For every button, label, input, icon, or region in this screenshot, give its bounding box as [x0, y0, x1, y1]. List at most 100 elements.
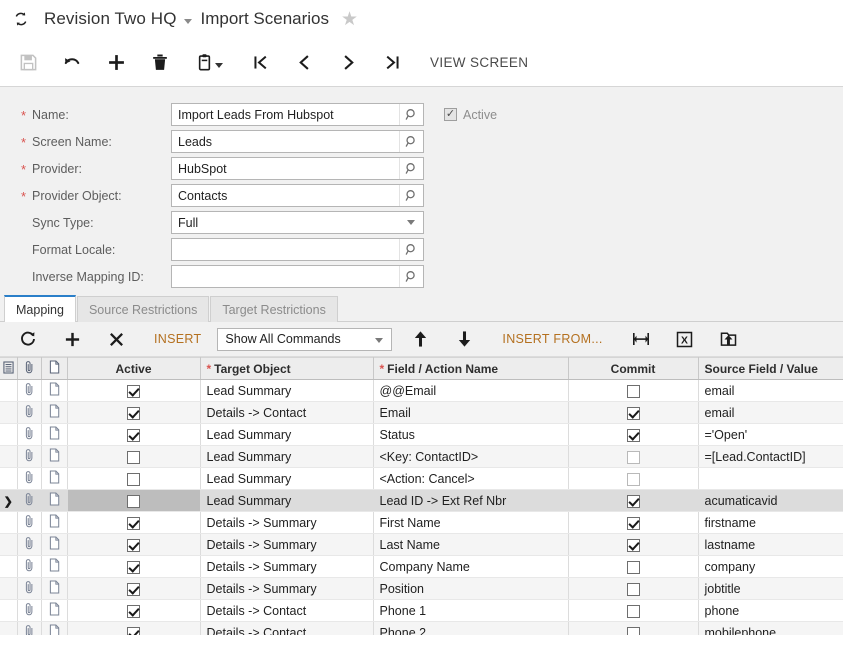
chevron-down-icon[interactable]: [399, 212, 423, 233]
cell-field-action-name[interactable]: <Action: Cancel>: [373, 467, 569, 490]
name-field[interactable]: [171, 103, 424, 126]
row-note-cell[interactable]: [41, 379, 68, 402]
cell-active[interactable]: [67, 423, 201, 446]
delete-record-button[interactable]: [138, 40, 182, 84]
first-record-button[interactable]: [238, 40, 282, 84]
note-icon[interactable]: [49, 382, 60, 399]
grid-add-row-button[interactable]: [50, 322, 94, 356]
insert-button[interactable]: INSERT: [146, 332, 209, 346]
paperclip-icon[interactable]: [24, 427, 35, 443]
cell-commit[interactable]: [568, 379, 699, 402]
commit-checkbox[interactable]: [626, 428, 640, 442]
active-checkbox[interactable]: [127, 406, 140, 420]
row-attachment-cell[interactable]: [17, 621, 42, 635]
cell-source-field-value[interactable]: phone: [698, 599, 843, 622]
cell-commit[interactable]: [568, 621, 699, 635]
cell-target-object[interactable]: Details -> Summary: [200, 555, 374, 578]
cell-field-action-name[interactable]: Phone 2: [373, 621, 569, 635]
cell-target-object[interactable]: Lead Summary: [200, 445, 374, 468]
active-checkbox[interactable]: [127, 626, 140, 635]
cell-source-field-value[interactable]: company: [698, 555, 843, 578]
cell-source-field-value[interactable]: email: [698, 401, 843, 424]
note-icon[interactable]: [49, 580, 60, 597]
inverse-mapping-id-field[interactable]: [171, 265, 424, 288]
sync-type-input[interactable]: [172, 212, 423, 233]
column-header-source-field-value[interactable]: Source Field / Value: [698, 357, 843, 380]
commit-checkbox[interactable]: [626, 626, 640, 635]
table-row[interactable]: Details -> Summary First Name firstname: [0, 511, 843, 534]
note-column-header[interactable]: [41, 357, 68, 380]
row-attachment-cell[interactable]: [17, 599, 42, 622]
paperclip-icon[interactable]: [24, 581, 35, 597]
search-icon[interactable]: [399, 185, 423, 206]
active-checkbox[interactable]: [127, 428, 140, 442]
cell-active[interactable]: [67, 533, 201, 556]
cell-target-object[interactable]: Lead Summary: [200, 423, 374, 446]
commit-checkbox[interactable]: [626, 538, 640, 552]
cell-field-action-name[interactable]: Lead ID -> Ext Ref Nbr: [373, 489, 569, 512]
cell-source-field-value[interactable]: jobtitle: [698, 577, 843, 600]
next-record-button[interactable]: [326, 40, 370, 84]
paperclip-icon[interactable]: [24, 559, 35, 575]
row-attachment-cell[interactable]: [17, 489, 42, 512]
refresh-icon[interactable]: [12, 10, 30, 28]
active-checkbox[interactable]: ✓: [444, 108, 457, 121]
search-icon[interactable]: [399, 131, 423, 152]
cell-active[interactable]: [67, 511, 201, 534]
row-attachment-cell[interactable]: [17, 445, 42, 468]
row-note-cell[interactable]: [41, 533, 68, 556]
note-icon[interactable]: [49, 558, 60, 575]
search-icon[interactable]: [399, 104, 423, 125]
commit-checkbox[interactable]: [626, 384, 640, 398]
tab-target-restrictions[interactable]: Target Restrictions: [210, 296, 338, 322]
row-selector-cell[interactable]: [0, 577, 18, 600]
row-selector-cell[interactable]: [0, 511, 18, 534]
active-checkbox[interactable]: [127, 516, 140, 530]
cell-commit[interactable]: [568, 555, 699, 578]
row-selector-cell[interactable]: ❯: [0, 489, 18, 512]
row-selector-cell[interactable]: [0, 533, 18, 556]
cell-source-field-value[interactable]: [698, 467, 843, 490]
column-header-field-action-name[interactable]: * Field / Action Name: [373, 357, 569, 380]
grid-delete-row-button[interactable]: [94, 322, 138, 356]
cell-field-action-name[interactable]: Position: [373, 577, 569, 600]
screen-name-field[interactable]: [171, 130, 424, 153]
cell-source-field-value[interactable]: email: [698, 379, 843, 402]
cell-active[interactable]: [67, 489, 201, 512]
cell-field-action-name[interactable]: Status: [373, 423, 569, 446]
row-note-cell[interactable]: [41, 555, 68, 578]
search-icon[interactable]: [399, 266, 423, 287]
row-attachment-cell[interactable]: [17, 423, 42, 446]
fit-columns-icon[interactable]: [619, 322, 663, 356]
cell-commit[interactable]: [568, 445, 699, 468]
cell-field-action-name[interactable]: Phone 1: [373, 599, 569, 622]
sync-type-field[interactable]: [171, 211, 424, 234]
cell-commit[interactable]: [568, 511, 699, 534]
row-note-cell[interactable]: [41, 511, 68, 534]
insert-from-button[interactable]: INSERT FROM...: [494, 332, 610, 346]
paperclip-icon[interactable]: [24, 471, 35, 487]
provider-field[interactable]: [171, 157, 424, 180]
table-row[interactable]: Lead Summary <Action: Cancel>: [0, 467, 843, 490]
grid-settings-icon[interactable]: [0, 357, 18, 380]
provider-object-field[interactable]: [171, 184, 424, 207]
save-button[interactable]: [6, 40, 50, 84]
row-attachment-cell[interactable]: [17, 577, 42, 600]
table-row[interactable]: Lead Summary Status ='Open': [0, 423, 843, 446]
note-icon[interactable]: [49, 426, 60, 443]
move-row-down-button[interactable]: [442, 322, 486, 356]
cell-target-object[interactable]: Lead Summary: [200, 379, 374, 402]
table-row[interactable]: Details -> Summary Position jobtitle: [0, 577, 843, 600]
cell-commit[interactable]: [568, 599, 699, 622]
column-header-active[interactable]: Active: [67, 357, 201, 380]
column-header-target-object[interactable]: * Target Object: [200, 357, 374, 380]
table-row[interactable]: Details -> Summary Last Name lastname: [0, 533, 843, 556]
cell-active[interactable]: [67, 379, 201, 402]
commit-checkbox[interactable]: [626, 450, 640, 464]
view-screen-button[interactable]: VIEW SCREEN: [430, 55, 528, 70]
cell-source-field-value[interactable]: ='Open': [698, 423, 843, 446]
row-note-cell[interactable]: [41, 423, 68, 446]
search-icon[interactable]: [399, 158, 423, 179]
note-icon[interactable]: [49, 602, 60, 619]
cell-commit[interactable]: [568, 467, 699, 490]
